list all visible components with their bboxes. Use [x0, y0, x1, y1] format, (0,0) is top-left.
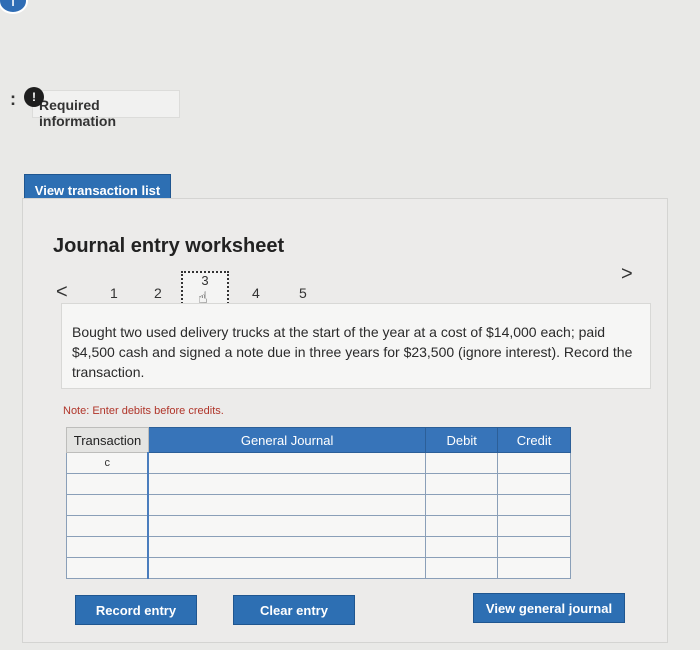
debit-input[interactable] — [425, 452, 499, 474]
colon-marker: : — [10, 89, 16, 109]
journal-entry-worksheet-panel: Journal entry worksheet < 1 2 3 ☝ 4 5 > … — [22, 198, 668, 643]
transaction-cell: c — [66, 452, 149, 474]
transaction-description: Bought two used delivery trucks at the s… — [61, 303, 651, 389]
credit-input[interactable] — [497, 494, 571, 516]
transaction-cell — [66, 473, 149, 495]
required-information-label[interactable]: Required information — [32, 90, 180, 129]
debit-input[interactable] — [425, 557, 499, 579]
previous-arrow-icon[interactable]: < — [56, 281, 68, 304]
debit-input[interactable] — [425, 494, 499, 516]
credit-input[interactable] — [497, 515, 571, 537]
credit-input[interactable] — [497, 473, 571, 495]
note-text: Note: Enter debits before credits. — [63, 405, 224, 417]
transaction-cell — [66, 494, 149, 516]
table-row — [66, 557, 571, 579]
general-journal-header: General Journal — [147, 427, 427, 453]
journal-table: Transaction General Journal Debit Credit… — [66, 427, 571, 579]
credit-input[interactable] — [497, 536, 571, 558]
general-journal-select[interactable] — [147, 557, 427, 579]
clear-entry-button[interactable]: Clear entry — [233, 595, 355, 625]
table-row: c — [66, 452, 571, 474]
debit-input[interactable] — [425, 515, 499, 537]
view-general-journal-button[interactable]: View general journal — [473, 593, 625, 623]
transaction-cell — [66, 557, 149, 579]
general-journal-select[interactable] — [147, 473, 427, 495]
page-1-link[interactable]: 1 — [110, 285, 118, 301]
table-row — [66, 515, 571, 537]
debit-input[interactable] — [425, 473, 499, 495]
transaction-cell — [66, 515, 149, 537]
table-row — [66, 473, 571, 495]
general-journal-select[interactable] — [147, 452, 427, 474]
general-journal-select[interactable] — [147, 515, 427, 537]
credit-input[interactable] — [497, 452, 571, 474]
debit-input[interactable] — [425, 536, 499, 558]
page-5-link[interactable]: 5 — [299, 285, 307, 301]
page-2-link[interactable]: 2 — [154, 285, 162, 301]
info-icon: i — [0, 0, 28, 14]
credit-input[interactable] — [497, 557, 571, 579]
table-row — [66, 494, 571, 516]
debit-header: Debit — [425, 427, 499, 453]
alert-icon: ! — [24, 87, 44, 107]
transaction-cell — [66, 536, 149, 558]
credit-header: Credit — [497, 427, 571, 453]
general-journal-select[interactable] — [147, 494, 427, 516]
page-4-link[interactable]: 4 — [252, 285, 260, 301]
worksheet-title: Journal entry worksheet — [53, 235, 285, 257]
record-entry-button[interactable]: Record entry — [75, 595, 197, 625]
general-journal-select[interactable] — [147, 536, 427, 558]
table-row — [66, 536, 571, 558]
next-arrow-icon[interactable]: > — [621, 263, 633, 286]
page-3-label: 3 — [201, 273, 209, 288]
transaction-header: Transaction — [66, 427, 149, 453]
